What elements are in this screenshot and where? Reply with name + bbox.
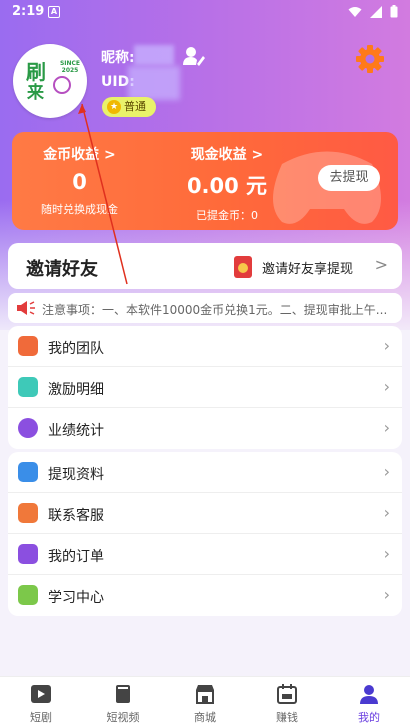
person-icon [360,685,378,704]
chevron-right-icon: › [383,544,390,563]
tab-shop[interactable]: 商城 [164,677,246,728]
level-badge-label: 普通 [124,100,146,113]
edit-profile-icon[interactable] [183,46,205,66]
tab-label: 赚钱 [276,711,298,724]
menu-item-label: 学习中心 [48,590,104,606]
chevron-right-icon: › [383,336,390,355]
service-icon [18,503,38,523]
bottom-tab-bar: 短剧 短视频 商城 赚钱 我的 [0,676,410,728]
chevron-right-icon: › [383,585,390,604]
tab-label: 商城 [194,711,216,724]
tab-label: 短视频 [106,711,140,724]
chevron-right-icon: › [383,503,390,522]
menu-item-label: 我的团队 [48,341,104,357]
cash-earnings-subtitle: 已提金币：0 [196,209,258,222]
tab-short-drama[interactable]: 短剧 [0,677,82,728]
coin-earnings-value: 0 [72,170,87,194]
menu-item-orders[interactable]: 我的订单 › [8,534,402,575]
avatar[interactable]: 刷 来 SINCE 2025 [13,44,87,118]
menu-item-label: 激励明细 [48,382,104,398]
tab-mine[interactable]: 我的 [328,677,410,728]
chevron-right-icon: › [383,377,390,396]
avatar-logo-emblem [53,76,71,94]
menu-item-performance[interactable]: 业绩统计 › [8,408,402,449]
study-icon [18,585,38,605]
menu-item-label: 我的订单 [48,549,104,565]
status-time: 2:19 [12,4,45,19]
chevron-right-icon: › [383,418,390,437]
speaker-icon [17,301,35,315]
chevron-right-icon: > [374,255,388,274]
calendar-icon [277,684,297,704]
team-icon [18,336,38,356]
cash-earnings[interactable]: 现金收益 > 0.00 元 已提金币：0 [177,144,277,223]
cash-earnings-title[interactable]: 现金收益 > [177,144,277,164]
menu-item-withdraw-info[interactable]: 提现资料 › [8,452,402,493]
uid-redacted [128,66,180,100]
menu-item-label: 提现资料 [48,467,104,483]
avatar-logo-since: SINCE 2025 [59,60,81,74]
order-icon [18,544,38,564]
nickname-redacted [134,45,174,65]
chevron-right-icon: › [383,462,390,481]
play-icon [31,685,51,703]
status-bar: 2:19 A [0,0,410,24]
wifi-icon [348,6,362,17]
menu-group-1: 我的团队 › 激励明细 › 业绩统计 › [8,326,402,449]
book-icon [116,685,130,703]
invite-friends-row[interactable]: 邀请好友 邀请好友享提现 > [8,243,402,289]
red-envelope-icon [234,256,252,278]
menu-item-label: 联系客服 [48,508,104,524]
menu-item-rewards[interactable]: 激励明细 › [8,367,402,408]
coin-earnings-title[interactable]: 金币收益 > [32,144,127,164]
menu-item-team[interactable]: 我的团队 › [8,326,402,367]
cash-earnings-value: 0.00 元 [186,174,268,198]
star-icon: ★ [107,100,121,114]
tab-label: 我的 [358,711,380,724]
system-icons [348,5,398,18]
notice-bar: 注意事项：一、本软件10000金币兑换1元。二、提现审批上午... [8,293,402,323]
notification-icon: A [48,6,60,18]
list-icon [18,377,38,397]
nickname-label: 昵称: [101,50,135,66]
avatar-logo-char-2: 来 [27,83,44,103]
menu-item-study-center[interactable]: 学习中心 › [8,575,402,616]
clock-icon [18,418,38,438]
earnings-card: 金币收益 > 0 随时兑换成现金 现金收益 > 0.00 元 已提金币：0 去提… [12,132,398,230]
battery-icon [390,5,398,18]
tab-earn[interactable]: 赚钱 [246,677,328,728]
shop-icon [196,685,214,704]
signal-icon [370,5,382,18]
menu-item-label: 业绩统计 [48,423,104,439]
withdraw-button[interactable]: 去提现 [318,165,380,191]
level-badge: ★ 普通 [102,97,156,117]
tab-short-video[interactable]: 短视频 [82,677,164,728]
coin-earnings-subtitle: 随时兑换成现金 [41,203,118,216]
gear-icon[interactable] [355,44,385,74]
tab-label: 短剧 [30,711,52,724]
invite-title: 邀请好友 [26,259,98,280]
coin-earnings[interactable]: 金币收益 > 0 随时兑换成现金 [32,144,127,217]
invite-link[interactable]: 邀请好友享提现 [262,258,353,277]
menu-group-2: 提现资料 › 联系客服 › 我的订单 › 学习中心 › [8,452,402,616]
monitor-icon [18,462,38,482]
menu-item-customer-service[interactable]: 联系客服 › [8,493,402,534]
notice-text: 注意事项：一、本软件10000金币兑换1元。二、提现审批上午... [42,303,388,317]
